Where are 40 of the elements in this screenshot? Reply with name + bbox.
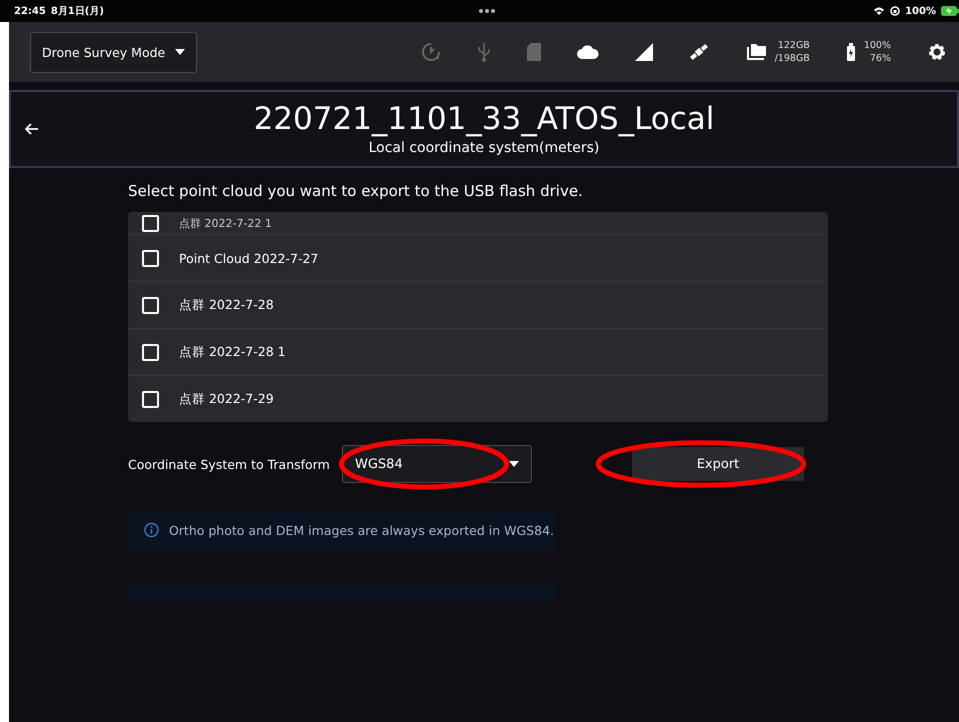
cloud-icon[interactable] — [576, 45, 599, 59]
caret-down-icon — [175, 49, 186, 55]
signal-icon[interactable] — [634, 43, 653, 61]
battery-percent: 100% — [905, 6, 936, 16]
settings-icon[interactable] — [927, 42, 947, 62]
checkbox[interactable] — [142, 344, 159, 360]
checkbox[interactable] — [142, 390, 159, 408]
mode-dropdown[interactable]: Drone Survey Mode — [30, 32, 198, 72]
battery-charging-icon — [941, 6, 959, 16]
point-cloud-row[interactable]: 点群 2022-7-28 1 — [128, 328, 828, 375]
usb-icon[interactable] — [476, 42, 491, 62]
folders-icon[interactable] — [744, 43, 767, 61]
battery-text: 76% — [870, 52, 891, 65]
instruction-text: Select point cloud you want to export to the USB flash drive. — [128, 181, 584, 202]
sd-card-icon[interactable] — [526, 43, 541, 61]
back-arrow-icon[interactable] — [25, 123, 39, 135]
more-dots-icon — [478, 8, 496, 14]
checkbox[interactable] — [142, 214, 159, 232]
storage-text: 122GB — [778, 39, 810, 52]
page-title: 220721_1101_33_ATOS_Local — [254, 100, 714, 138]
info-text: Ortho photo and DEM images are always exported in WGS84. — [168, 522, 554, 538]
point-cloud-row[interactable]: 点群 2022-7-28 — [128, 281, 828, 328]
caret-down-icon — [509, 461, 519, 467]
status-date: 8月1日(月) — [50, 5, 104, 18]
battery-icon[interactable] — [846, 43, 856, 61]
info-icon — [144, 522, 159, 538]
point-cloud-row[interactable]: Point Cloud 2022-7-27 — [128, 234, 828, 281]
field-label: Coordinate System to Transform — [128, 456, 331, 472]
wifi-icon — [873, 6, 886, 16]
status-time: 22:45 — [14, 6, 46, 16]
point-cloud-row[interactable]: 点群 2022-7-22 1 — [128, 212, 828, 234]
checkbox[interactable] — [142, 250, 159, 266]
storage-text: /198GB — [774, 52, 810, 65]
page-subtitle: Local coordinate system(meters) — [368, 139, 600, 158]
export-button[interactable]: Export — [632, 447, 804, 481]
point-cloud-row[interactable]: 点群 2022-7-29 — [128, 375, 828, 422]
timer-alert-icon[interactable] — [420, 42, 441, 62]
battery-text: 100% — [864, 39, 891, 52]
satellite-icon[interactable] — [688, 42, 709, 62]
checkbox[interactable] — [142, 296, 159, 314]
